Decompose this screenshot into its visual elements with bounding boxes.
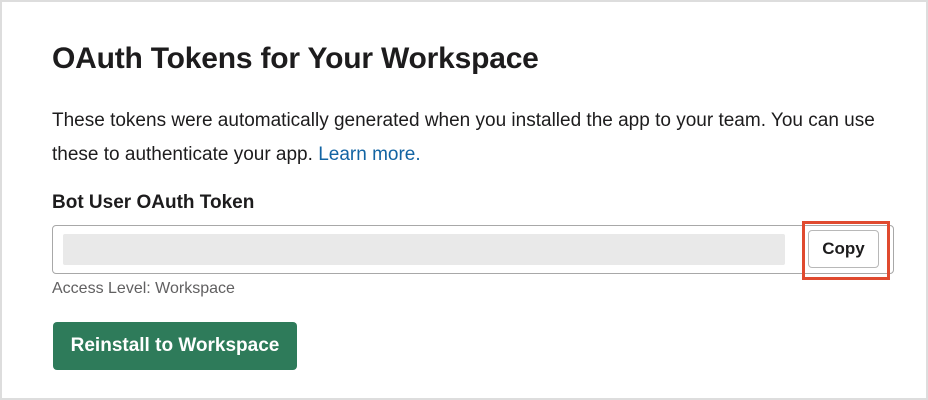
copy-button[interactable]: Copy	[808, 230, 879, 268]
oauth-tokens-card: OAuth Tokens for Your Workspace These to…	[0, 0, 928, 400]
reinstall-to-workspace-button[interactable]: Reinstall to Workspace	[53, 322, 297, 370]
section-description: These tokens were automatically generate…	[52, 104, 892, 172]
bot-token-value[interactable]	[63, 234, 785, 265]
bot-token-label: Bot User OAuth Token	[52, 192, 255, 213]
bot-token-field[interactable]	[52, 225, 894, 274]
learn-more-link[interactable]: Learn more.	[318, 144, 420, 165]
description-text: These tokens were automatically generate…	[52, 110, 875, 165]
access-level-text: Access Level: Workspace	[52, 280, 235, 297]
page-title: OAuth Tokens for Your Workspace	[52, 42, 539, 75]
